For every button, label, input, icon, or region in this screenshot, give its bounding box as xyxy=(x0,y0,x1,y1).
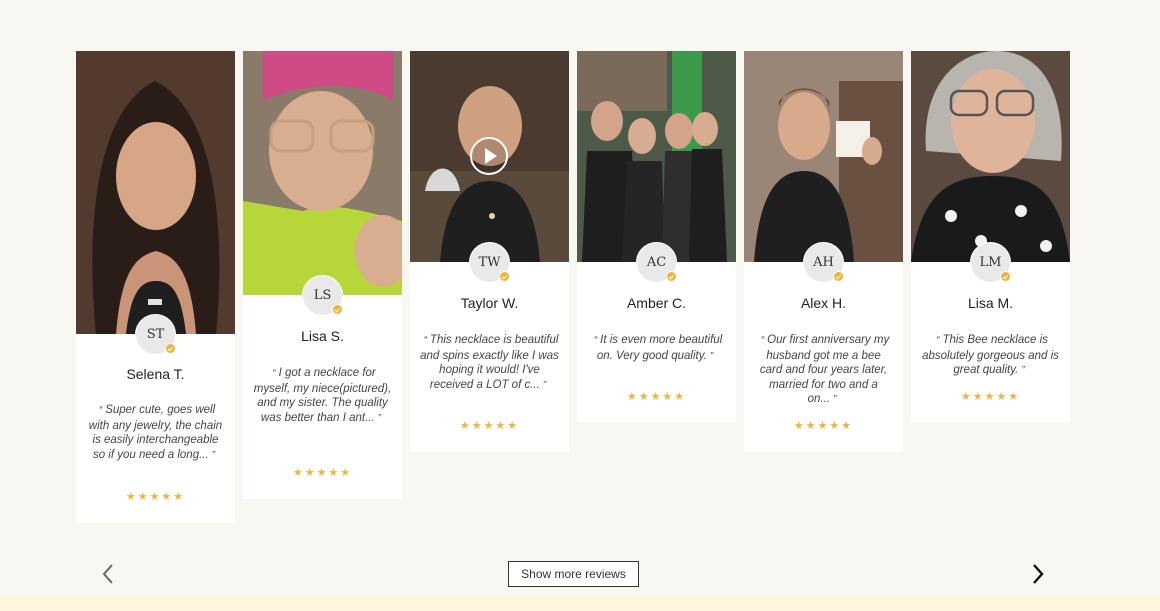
carousel-prev-button[interactable] xyxy=(97,561,119,587)
review-photo-image xyxy=(76,51,235,334)
reviewer-name: Taylor W. xyxy=(460,295,519,311)
review-text-body: This Bee necklace is absolutely gorgeous… xyxy=(922,334,1059,376)
review-card[interactable]: TW Taylor W. “This necklace is beautiful… xyxy=(410,51,569,452)
avatar: TW xyxy=(469,242,510,283)
review-card[interactable]: LM Lisa M. “This Bee necklace is absolut… xyxy=(911,51,1070,422)
quote-close-icon: ” xyxy=(833,394,837,405)
review-text-body: It is even more beautiful on. Very good … xyxy=(596,334,723,362)
avatar: LM xyxy=(970,242,1011,283)
review-photo[interactable] xyxy=(577,51,736,262)
star-rating: ★★★★★ xyxy=(793,420,854,432)
reviewer-name: Alex H. xyxy=(800,295,847,311)
verified-badge-icon xyxy=(833,271,844,282)
review-text-body: Super cute, goes well with any jewelry, … xyxy=(88,404,223,461)
verified-badge-icon xyxy=(1000,271,1011,282)
star-rating: ★★★★★ xyxy=(626,391,687,403)
verified-badge-icon xyxy=(499,271,510,282)
play-video-icon[interactable] xyxy=(470,137,508,175)
verified-badge-icon xyxy=(165,343,176,354)
avatar-initials: ST xyxy=(146,327,165,342)
review-photo[interactable] xyxy=(243,51,402,295)
avatar-initials: TW xyxy=(478,255,501,270)
quote-close-icon: ” xyxy=(542,379,547,391)
review-photo-image xyxy=(577,51,736,262)
quote-open-icon: “ xyxy=(593,335,598,346)
review-text: “This Bee necklace is absolutely gorgeou… xyxy=(921,333,1060,379)
avatar-initials: AH xyxy=(813,255,834,270)
avatar: AH xyxy=(803,242,844,283)
avatar: LS xyxy=(302,275,343,316)
review-text: “I got a necklace for myself, my niece(p… xyxy=(253,366,392,426)
star-rating: ★★★★★ xyxy=(292,467,353,479)
quote-close-icon: ” xyxy=(211,449,216,461)
review-card[interactable]: ST Selena T. “Super cute, goes well with… xyxy=(76,51,235,523)
review-text-body: Our first anniversary my husband got me … xyxy=(759,334,890,405)
reviewer-name: Selena T. xyxy=(126,366,185,382)
review-photo[interactable] xyxy=(911,51,1070,262)
quote-open-icon: “ xyxy=(760,335,765,346)
reviewer-name: Lisa M. xyxy=(967,295,1014,311)
chevron-right-icon xyxy=(1033,564,1044,584)
avatar-initials: LM xyxy=(979,255,1002,270)
avatar-initials: AC xyxy=(646,255,667,270)
review-card[interactable]: LS Lisa S. “I got a necklace for myself,… xyxy=(243,51,402,499)
review-photo[interactable] xyxy=(410,51,569,262)
verified-badge-icon xyxy=(332,304,343,315)
avatar: ST xyxy=(135,314,176,355)
chevron-left-icon xyxy=(102,564,113,584)
quote-close-icon: ” xyxy=(377,412,382,424)
avatar-initials: LS xyxy=(313,288,332,303)
star-rating: ★★★★★ xyxy=(125,491,186,503)
quote-open-icon: “ xyxy=(423,335,427,346)
footer-band xyxy=(0,597,1160,611)
avatar: AC xyxy=(636,242,677,283)
carousel-next-button[interactable] xyxy=(1027,561,1049,587)
review-text: “Super cute, goes well with any jewelry,… xyxy=(86,403,225,463)
review-photo-image xyxy=(744,51,903,262)
quote-close-icon: ” xyxy=(1021,365,1025,376)
quote-close-icon: ” xyxy=(709,350,714,362)
star-rating: ★★★★★ xyxy=(960,391,1021,403)
reviewer-name: Lisa S. xyxy=(301,328,344,344)
quote-open-icon: “ xyxy=(272,368,276,379)
review-photo[interactable] xyxy=(744,51,903,262)
verified-badge-icon xyxy=(666,271,677,282)
reviews-carousel: ST Selena T. “Super cute, goes well with… xyxy=(76,51,1070,531)
review-text: “It is even more beautiful on. Very good… xyxy=(587,333,726,364)
review-photo-image xyxy=(911,51,1070,262)
review-photo-image xyxy=(243,51,402,295)
review-photo[interactable] xyxy=(76,51,235,334)
reviewer-name: Amber C. xyxy=(626,295,687,311)
review-card[interactable]: AH Alex H. “Our first anniversary my hus… xyxy=(744,51,903,452)
review-text: “This necklace is beautiful and spins ex… xyxy=(420,333,559,393)
show-more-reviews-button[interactable]: Show more reviews xyxy=(508,561,639,587)
review-card[interactable]: AC Amber C. “It is even more beautiful o… xyxy=(577,51,736,422)
review-text-body: This necklace is beautiful and spins exa… xyxy=(420,334,559,391)
star-rating: ★★★★★ xyxy=(459,420,520,432)
quote-open-icon: “ xyxy=(98,405,103,416)
review-text: “Our first anniversary my husband got me… xyxy=(754,333,893,408)
